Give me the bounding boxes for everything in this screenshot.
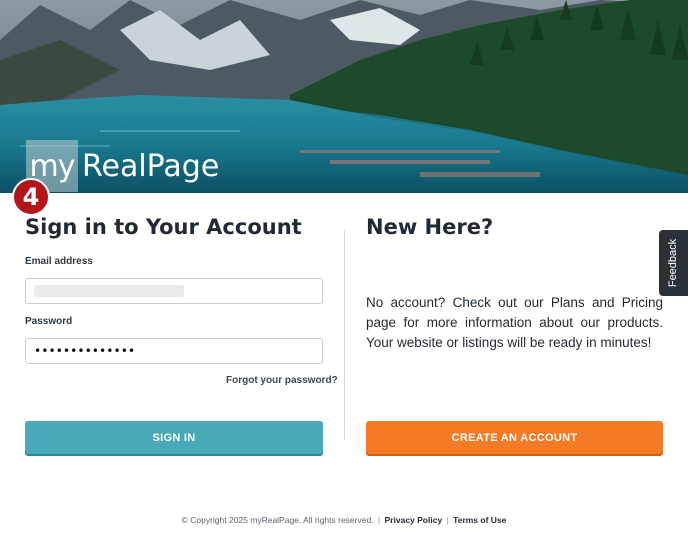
panel-divider bbox=[344, 230, 345, 440]
password-value: •••••••••••••• bbox=[34, 344, 136, 358]
footer-separator: | bbox=[377, 515, 381, 525]
feedback-label: Feedback bbox=[667, 238, 680, 288]
forgot-password-link[interactable]: Forgot your password? bbox=[226, 375, 338, 386]
email-label: Email address bbox=[25, 256, 93, 267]
new-here-text: No account? Check out our Plans and Pric… bbox=[366, 295, 663, 350]
footer: © Copyright 2025 myRealPage. All rights … bbox=[0, 515, 688, 525]
copyright-text: © Copyright 2025 myRealPage. All rights … bbox=[181, 515, 374, 525]
new-here-title: New Here? bbox=[366, 215, 494, 239]
footer-separator: | bbox=[446, 515, 449, 525]
signin-title: Sign in to Your Account bbox=[25, 215, 302, 239]
feedback-tab[interactable]: Feedback bbox=[659, 230, 688, 296]
logo-realpage-text: RealPage bbox=[82, 148, 220, 184]
sign-in-button[interactable]: SIGN IN bbox=[25, 421, 323, 454]
password-field[interactable]: •••••••••••••• bbox=[25, 338, 323, 364]
terms-of-use-link[interactable]: Terms of Use bbox=[453, 515, 506, 525]
email-value-redacted bbox=[34, 285, 184, 297]
step-badge: 4 bbox=[12, 178, 50, 216]
myrealpage-logo: my RealPage bbox=[26, 140, 219, 192]
email-field[interactable] bbox=[25, 278, 323, 304]
create-account-button[interactable]: CREATE AN ACCOUNT bbox=[366, 421, 663, 454]
password-label: Password bbox=[25, 316, 73, 327]
privacy-policy-link[interactable]: Privacy Policy bbox=[385, 515, 443, 525]
